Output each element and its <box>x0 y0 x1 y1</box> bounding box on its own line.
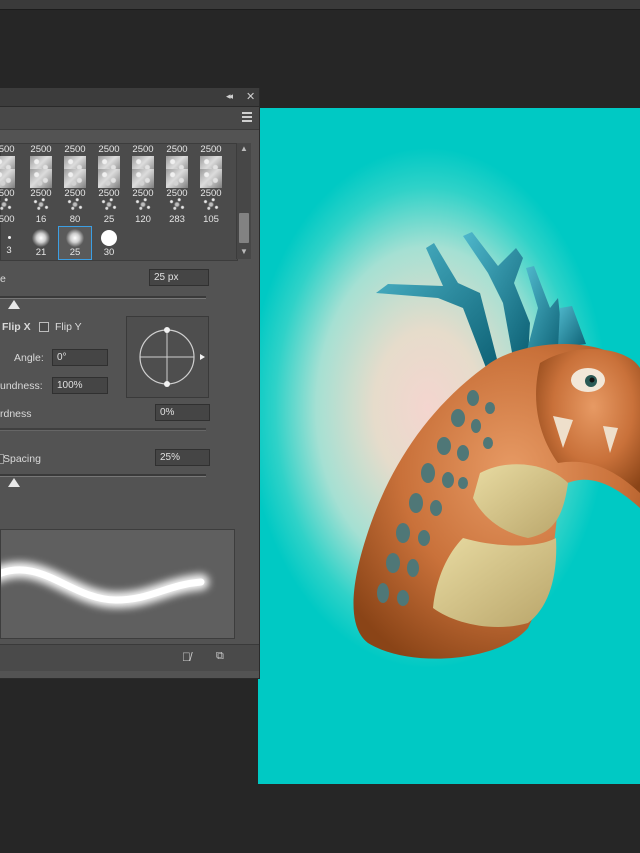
brush-tip-thumbnail <box>64 195 86 214</box>
brush-tip-size: 30 <box>103 247 115 258</box>
scroll-up-icon[interactable]: ▲ <box>240 144 248 153</box>
brush-tip-size: 2500 <box>0 214 15 225</box>
brush-tip-thumbnail <box>101 230 117 246</box>
brush-tip-thumbnail <box>132 169 154 188</box>
panel-footer: 👁̸ ⧉ <box>0 644 259 671</box>
spacing-input[interactable]: 25% <box>155 449 210 466</box>
brush-tip-size: 16 <box>35 214 47 225</box>
brush-tip-grid: 2500 2500 2500 2500 2500 2500 2500 2500 … <box>0 143 238 261</box>
brush-tip[interactable]: 21 <box>24 226 58 260</box>
brush-tip-size: 2500 <box>0 144 15 155</box>
angle-label: Angle: <box>14 352 44 364</box>
brush-stroke-preview <box>0 529 235 639</box>
brush-tip[interactable]: 283 <box>160 194 194 228</box>
brush-tip-size: 3 <box>6 245 12 256</box>
brush-tip-thumbnail <box>200 195 222 214</box>
panel-header: ◂◂ ✕ <box>0 88 259 107</box>
spacing-slider-track[interactable] <box>0 474 206 477</box>
flip-y-label: Flip Y <box>55 321 82 333</box>
brush-tip[interactable]: 25 <box>92 194 126 228</box>
brush-tip-thumbnail <box>64 169 86 188</box>
size-slider-handle[interactable] <box>8 300 20 309</box>
brush-tip-size: 21 <box>35 247 47 258</box>
flip-y-checkbox[interactable] <box>39 322 49 332</box>
artwork-3d-creature <box>353 232 640 659</box>
app-top-bar <box>0 0 640 10</box>
size-slider-track[interactable] <box>0 296 206 299</box>
size-label: e <box>0 273 6 285</box>
spacing-slider-handle[interactable] <box>8 478 20 487</box>
size-input[interactable]: 25 px <box>149 269 209 286</box>
double-chevron-icon[interactable]: ◂◂ <box>226 91 233 102</box>
angle-roundness-widget[interactable] <box>126 316 209 398</box>
close-icon[interactable]: ✕ <box>246 90 255 103</box>
brush-tip-thumbnail <box>32 229 50 247</box>
hardness-label: rdness <box>0 408 32 420</box>
brush-tip-thumbnail <box>7 236 11 239</box>
hardness-input[interactable]: 0% <box>155 404 210 421</box>
brush-tip-size: 105 <box>203 214 219 225</box>
brush-tip[interactable]: 80 <box>58 194 92 228</box>
brush-tip-size: 283 <box>169 214 185 225</box>
hardness-slider-track[interactable] <box>0 428 206 431</box>
brush-tip[interactable]: 16 <box>24 194 58 228</box>
brush-tip[interactable]: 105 <box>194 194 228 228</box>
brush-tip-size: 2500 <box>200 144 222 155</box>
brush-tip-size: 25 <box>69 247 81 258</box>
brush-tip-thumbnail <box>132 195 154 214</box>
brush-tip-thumbnail <box>166 169 188 188</box>
roundness-input[interactable]: 100% <box>52 377 108 394</box>
brush-tip-size: 25 <box>103 214 115 225</box>
scrollbar-thumb[interactable] <box>239 213 249 243</box>
brush-grid-scrollbar[interactable]: ▲ ▼ <box>236 143 251 259</box>
brush-tip-size: 2500 <box>30 144 52 155</box>
brush-tip[interactable]: 3 <box>0 226 26 260</box>
angle-input[interactable]: 0° <box>52 349 108 366</box>
brush-tip-thumbnail <box>30 195 52 214</box>
brush-tip-size: 2500 <box>98 144 120 155</box>
brush-tip-size: 2500 <box>64 144 86 155</box>
brush-tip-size: 120 <box>135 214 151 225</box>
brush-tip-thumbnail <box>166 195 188 214</box>
brush-tip-size: 80 <box>69 214 81 225</box>
brush-tip-thumbnail <box>0 169 15 188</box>
brush-tip-thumbnail <box>98 195 120 214</box>
brush-tip-size: 2500 <box>166 144 188 155</box>
spacing-label: Spacing <box>3 453 41 465</box>
brush-tip-size: 2500 <box>132 144 154 155</box>
brush-tip[interactable]: 120 <box>126 194 160 228</box>
new-page-icon[interactable]: ⧉ <box>216 650 224 663</box>
brush-tip[interactable]: 30 <box>92 226 126 260</box>
brush-tip-thumbnail <box>30 169 52 188</box>
brush-tip-thumbnail <box>66 229 84 247</box>
scroll-down-icon[interactable]: ▼ <box>240 247 248 256</box>
hamburger-menu-icon[interactable] <box>242 112 252 122</box>
document-canvas[interactable] <box>258 108 640 784</box>
brush-tip-thumbnail <box>98 169 120 188</box>
eye-pencil-icon[interactable]: 👁̸ <box>182 650 191 664</box>
brush-settings-panel: ◂◂ ✕ 2500 2500 2500 2500 2500 2500 2500 … <box>0 88 260 679</box>
brush-tip-thumbnail <box>200 169 222 188</box>
brush-tip[interactable]: 2500 <box>0 194 21 228</box>
brush-tip-selected[interactable]: 25 <box>58 226 92 260</box>
flip-x-label: Flip X <box>2 321 31 333</box>
brush-tip-thumbnail <box>0 195 15 214</box>
roundness-label: undness: <box>0 380 43 392</box>
panel-tab-row <box>0 107 259 130</box>
